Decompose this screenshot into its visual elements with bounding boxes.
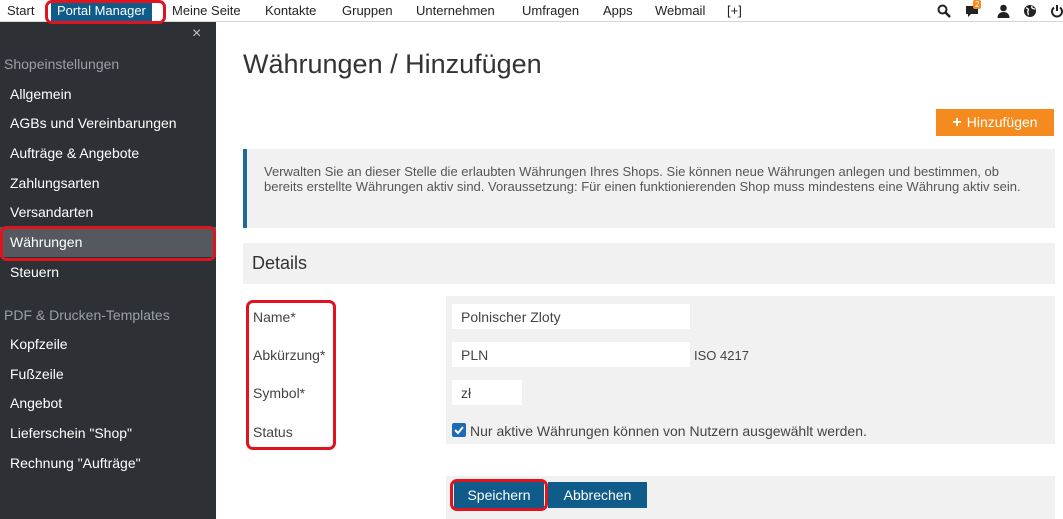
nav-item-gruppen[interactable]: Gruppen: [336, 0, 399, 22]
page-title: Währungen / Hinzufügen: [243, 49, 542, 79]
nav-item-start[interactable]: Start: [1, 0, 40, 22]
save-button[interactable]: Speichern: [454, 482, 544, 508]
sidebar-item-rechnung[interactable]: Rechnung "Aufträge": [0, 448, 216, 478]
top-navigation: Start Portal Manager Meine Seite Kontakt…: [0, 0, 1063, 22]
sidebar-section-shopeinstellungen: Shopeinstellungen: [4, 56, 120, 72]
status-checkbox-label[interactable]: Nur aktive Währungen können von Nutzern …: [470, 423, 867, 439]
chat-icon[interactable]: 2: [963, 0, 982, 20]
symbol-label: Symbol*: [253, 385, 306, 401]
close-icon[interactable]: ×: [192, 26, 201, 42]
search-icon[interactable]: [935, 2, 953, 20]
plus-icon: +: [952, 114, 962, 131]
add-button[interactable]: + Hinzufügen: [936, 109, 1054, 136]
power-icon[interactable]: [1048, 2, 1063, 20]
sidebar-item-auftraege[interactable]: Aufträge & Angebote: [0, 138, 216, 168]
nav-item-unternehmen[interactable]: Unternehmen: [410, 0, 501, 22]
details-heading: Details: [243, 243, 1055, 284]
abbreviation-label: Abkürzung*: [253, 347, 326, 363]
sidebar-item-angebot[interactable]: Angebot: [0, 388, 216, 418]
sidebar-section-pdf-templates: PDF & Drucken-Templates: [4, 307, 170, 323]
info-box: Verwalten Sie an dieser Stelle die erlau…: [243, 149, 1055, 228]
nav-item-portal-manager[interactable]: Portal Manager: [51, 0, 152, 22]
add-button-label: Hinzufügen: [966, 114, 1038, 130]
sidebar-item-allgemein[interactable]: Allgemein: [0, 79, 216, 109]
sidebar-item-versandarten[interactable]: Versandarten: [0, 197, 216, 227]
cancel-button[interactable]: Abbrechen: [548, 482, 647, 508]
name-input[interactable]: [452, 304, 690, 329]
sidebar-item-agbs[interactable]: AGBs und Vereinbarungen: [0, 108, 216, 138]
sidebar-item-steuern[interactable]: Steuern: [0, 257, 216, 287]
nav-item-kontakte[interactable]: Kontakte: [259, 0, 322, 22]
nav-item-add[interactable]: [+]: [721, 0, 748, 22]
user-icon[interactable]: [994, 2, 1012, 20]
abbreviation-input[interactable]: [452, 342, 690, 367]
status-label: Status: [253, 424, 293, 440]
sidebar-item-zahlungsarten[interactable]: Zahlungsarten: [0, 168, 216, 198]
sidebar-item-lieferschein[interactable]: Lieferschein "Shop": [0, 418, 216, 448]
globe-icon[interactable]: [1021, 2, 1039, 20]
status-checkbox[interactable]: [452, 423, 466, 437]
nav-item-apps[interactable]: Apps: [597, 0, 639, 22]
sidebar-item-kopfzeile[interactable]: Kopfzeile: [0, 329, 216, 359]
iso-note: ISO 4217: [694, 348, 749, 363]
checkmark-icon: [454, 426, 464, 435]
symbol-input[interactable]: [452, 380, 522, 405]
nav-item-meine-seite[interactable]: Meine Seite: [166, 0, 247, 22]
sidebar-item-waehrungen[interactable]: Währungen: [0, 227, 216, 257]
nav-item-umfragen[interactable]: Umfragen: [516, 0, 585, 22]
name-label: Name*: [253, 309, 296, 325]
sidebar: × Shopeinstellungen Allgemein AGBs und V…: [0, 22, 216, 519]
notification-badge: 2: [973, 0, 982, 9]
sidebar-item-fusszeile[interactable]: Fußzeile: [0, 359, 216, 389]
nav-item-webmail[interactable]: Webmail: [649, 0, 711, 22]
